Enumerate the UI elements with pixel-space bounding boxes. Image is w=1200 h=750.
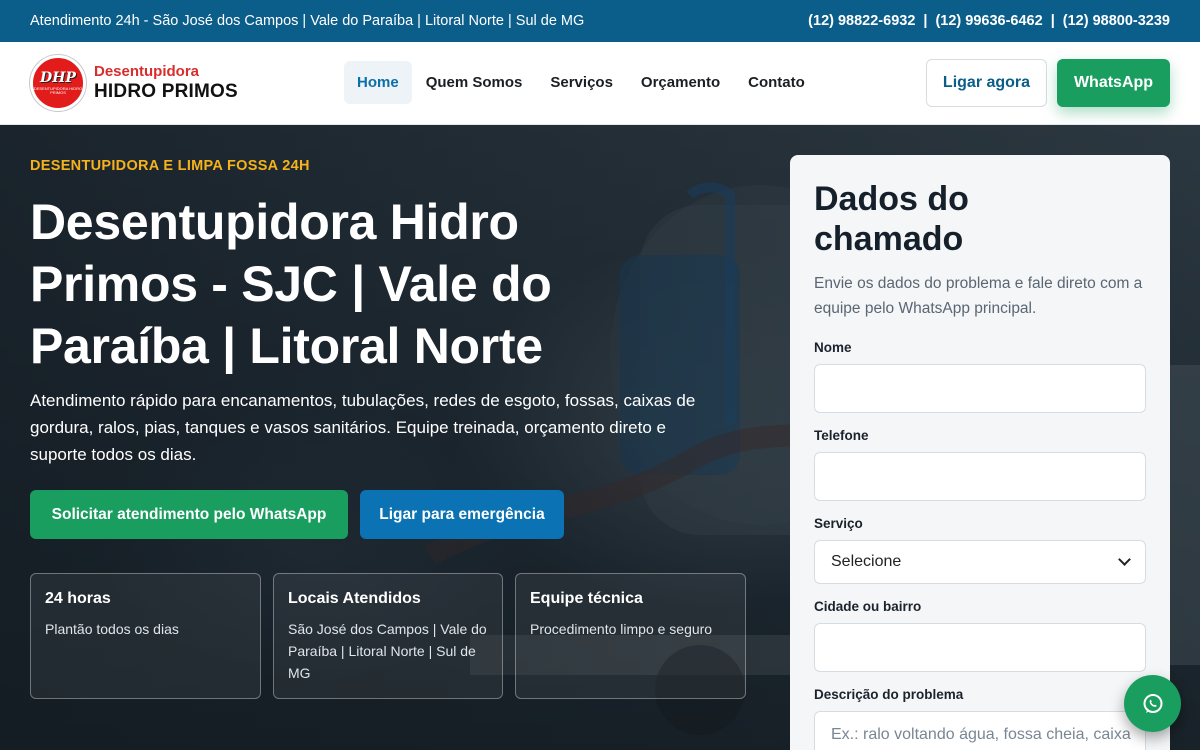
hero-description: Atendimento rápido para encanamentos, tu… [30, 391, 696, 464]
phone-input[interactable] [814, 452, 1146, 501]
phone-label: Telefone [814, 428, 869, 443]
nav-orcamento[interactable]: Orçamento [627, 61, 734, 104]
top-info-bar: Atendimento 24h - São José dos Campos | … [0, 0, 1200, 42]
nav-home[interactable]: Home [344, 61, 412, 104]
logo-wordmark: Desentupidora HIDRO PRIMOS [94, 63, 238, 104]
whatsapp-request-button[interactable]: Solicitar atendimento pelo WhatsApp [30, 490, 348, 539]
nav-servicos[interactable]: Serviços [536, 61, 627, 104]
service-select[interactable]: Selecione [814, 540, 1146, 584]
phone-separator: | [1050, 13, 1055, 29]
feature-card-locais: Locais Atendidos São José dos Campos | V… [273, 573, 503, 699]
feature-card-title: Equipe técnica [530, 590, 643, 607]
emergency-call-button[interactable]: Ligar para emergência [360, 490, 564, 539]
hero-section: DESENTUPIDORA E LIMPA FOSSA 24H Desentup… [0, 125, 1200, 750]
phone-separator: | [923, 13, 928, 29]
logo-badge: DHP DESENTUPIDORA HIDRO PRIMOS [30, 55, 86, 111]
phone-link-1[interactable]: (12) 98822-6932 [808, 13, 915, 29]
phone-link-3[interactable]: (12) 98800-3239 [1063, 13, 1170, 29]
feature-card-24h: 24 horas Plantão todos os dias [30, 573, 261, 699]
chevron-down-icon [1118, 553, 1131, 566]
logo-line-1: Desentupidora [94, 62, 200, 80]
phone-link-2[interactable]: (12) 99636-6462 [935, 13, 1042, 29]
logo-abbreviation: DHP [40, 69, 76, 86]
call-now-button[interactable]: Ligar agora [926, 59, 1047, 107]
form-title: Dados do chamado [814, 180, 969, 258]
site-header: DHP DESENTUPIDORA HIDRO PRIMOS Desentupi… [0, 42, 1200, 125]
city-label: Cidade ou bairro [814, 599, 922, 614]
service-label: Serviço [814, 516, 863, 531]
description-textarea[interactable]: Ex.: ralo voltando água, fossa cheia, ca… [814, 711, 1146, 750]
feature-card-equipe: Equipe técnica Procedimento limpo e segu… [515, 573, 746, 699]
hero-eyebrow: DESENTUPIDORA E LIMPA FOSSA 24H [30, 158, 310, 174]
whatsapp-icon [1143, 693, 1162, 713]
feature-card-text: São José dos Campos | Vale do Paraíba | … [288, 621, 487, 681]
feature-card-text: Plantão todos os dias [45, 621, 179, 637]
main-nav: Home Quem Somos Serviços Orçamento Conta… [344, 61, 819, 104]
brand-logo[interactable]: DHP DESENTUPIDORA HIDRO PRIMOS Desentupi… [30, 55, 330, 111]
service-area-text: Atendimento 24h - São José dos Campos | … [30, 13, 585, 29]
name-input[interactable] [814, 364, 1146, 413]
form-intro: Envie os dados do problema e fale direto… [814, 275, 1143, 317]
feature-card-title: Locais Atendidos [288, 590, 421, 607]
logo-line-2: HIDRO PRIMOS [94, 80, 238, 102]
whatsapp-header-button[interactable]: WhatsApp [1057, 59, 1170, 107]
name-label: Nome [814, 340, 852, 355]
feature-card-text: Procedimento limpo e seguro [530, 621, 713, 637]
logo-small-text: DESENTUPIDORA HIDRO PRIMOS [33, 85, 83, 95]
service-request-form: Dados do chamado Envie os dados do probl… [790, 155, 1170, 750]
city-input[interactable] [814, 623, 1146, 672]
floating-whatsapp-button[interactable] [1124, 675, 1181, 732]
description-label: Descrição do problema [814, 687, 964, 702]
hero-title: Desentupidora Hidro Primos - SJC | Vale … [30, 194, 552, 374]
phone-list: (12) 98822-6932 | (12) 99636-6462 | (12)… [808, 13, 1170, 29]
feature-card-title: 24 horas [45, 590, 111, 607]
nav-quem-somos[interactable]: Quem Somos [412, 61, 537, 104]
service-selected-value: Selecione [831, 553, 902, 570]
nav-contato[interactable]: Contato [734, 61, 819, 104]
